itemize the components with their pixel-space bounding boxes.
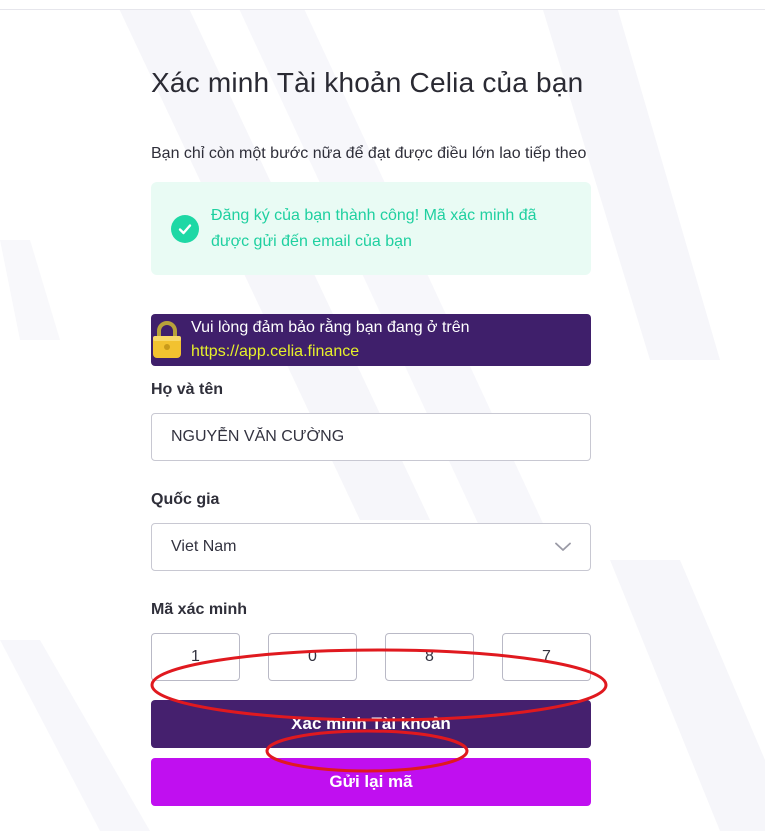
verification-code-inputs: 1 0 8 7	[151, 633, 591, 681]
verify-account-form: Xác minh Tài khoản Celia của bạn Bạn chỉ…	[151, 66, 591, 806]
country-value: Viet Nam	[171, 538, 237, 555]
code-digit-4[interactable]: 7	[502, 633, 591, 681]
notice-message: Vui lòng đảm bảo rằng bạn đang ở trên	[191, 319, 470, 336]
notice-text-block: Vui lòng đảm bảo rằng bạn đang ở trên ht…	[191, 316, 470, 364]
resend-code-label: Gửi lại mã	[329, 772, 413, 791]
page-subtitle: Bạn chỉ còn một bước nữa để đạt được điề…	[151, 145, 587, 162]
code-digit-3[interactable]: 8	[385, 633, 474, 681]
verify-account-label: Xác minh Tài khoản	[291, 714, 451, 733]
success-alert: Đăng ký của bạn thành công! Mã xác minh …	[151, 182, 591, 275]
country-select[interactable]: Viet Nam	[151, 523, 591, 571]
notice-url: https://app.celia.finance	[191, 343, 360, 360]
verify-account-button[interactable]: Xác minh Tài khoản	[151, 700, 591, 748]
full-name-value: NGUYỄN VĂN CƯỜNG	[171, 428, 345, 445]
chevron-down-icon	[555, 542, 571, 551]
verification-code-label: Mã xác minh	[151, 601, 248, 618]
resend-code-button[interactable]: Gửi lại mã	[151, 758, 591, 806]
code-digit-1[interactable]: 1	[151, 633, 240, 681]
page-title: Xác minh Tài khoản Celia của bạn	[151, 67, 584, 98]
phishing-notice: Vui lòng đảm bảo rằng bạn đang ở trên ht…	[151, 314, 591, 366]
country-label: Quốc gia	[151, 491, 220, 508]
code-digit-2[interactable]: 0	[268, 633, 357, 681]
check-circle-icon	[171, 214, 199, 243]
lock-icon	[151, 320, 183, 360]
full-name-label: Họ và tên	[151, 381, 224, 398]
success-message: Đăng ký của bạn thành công! Mã xác minh …	[211, 206, 537, 250]
full-name-input[interactable]: NGUYỄN VĂN CƯỜNG	[151, 413, 591, 461]
top-bar	[0, 0, 765, 10]
